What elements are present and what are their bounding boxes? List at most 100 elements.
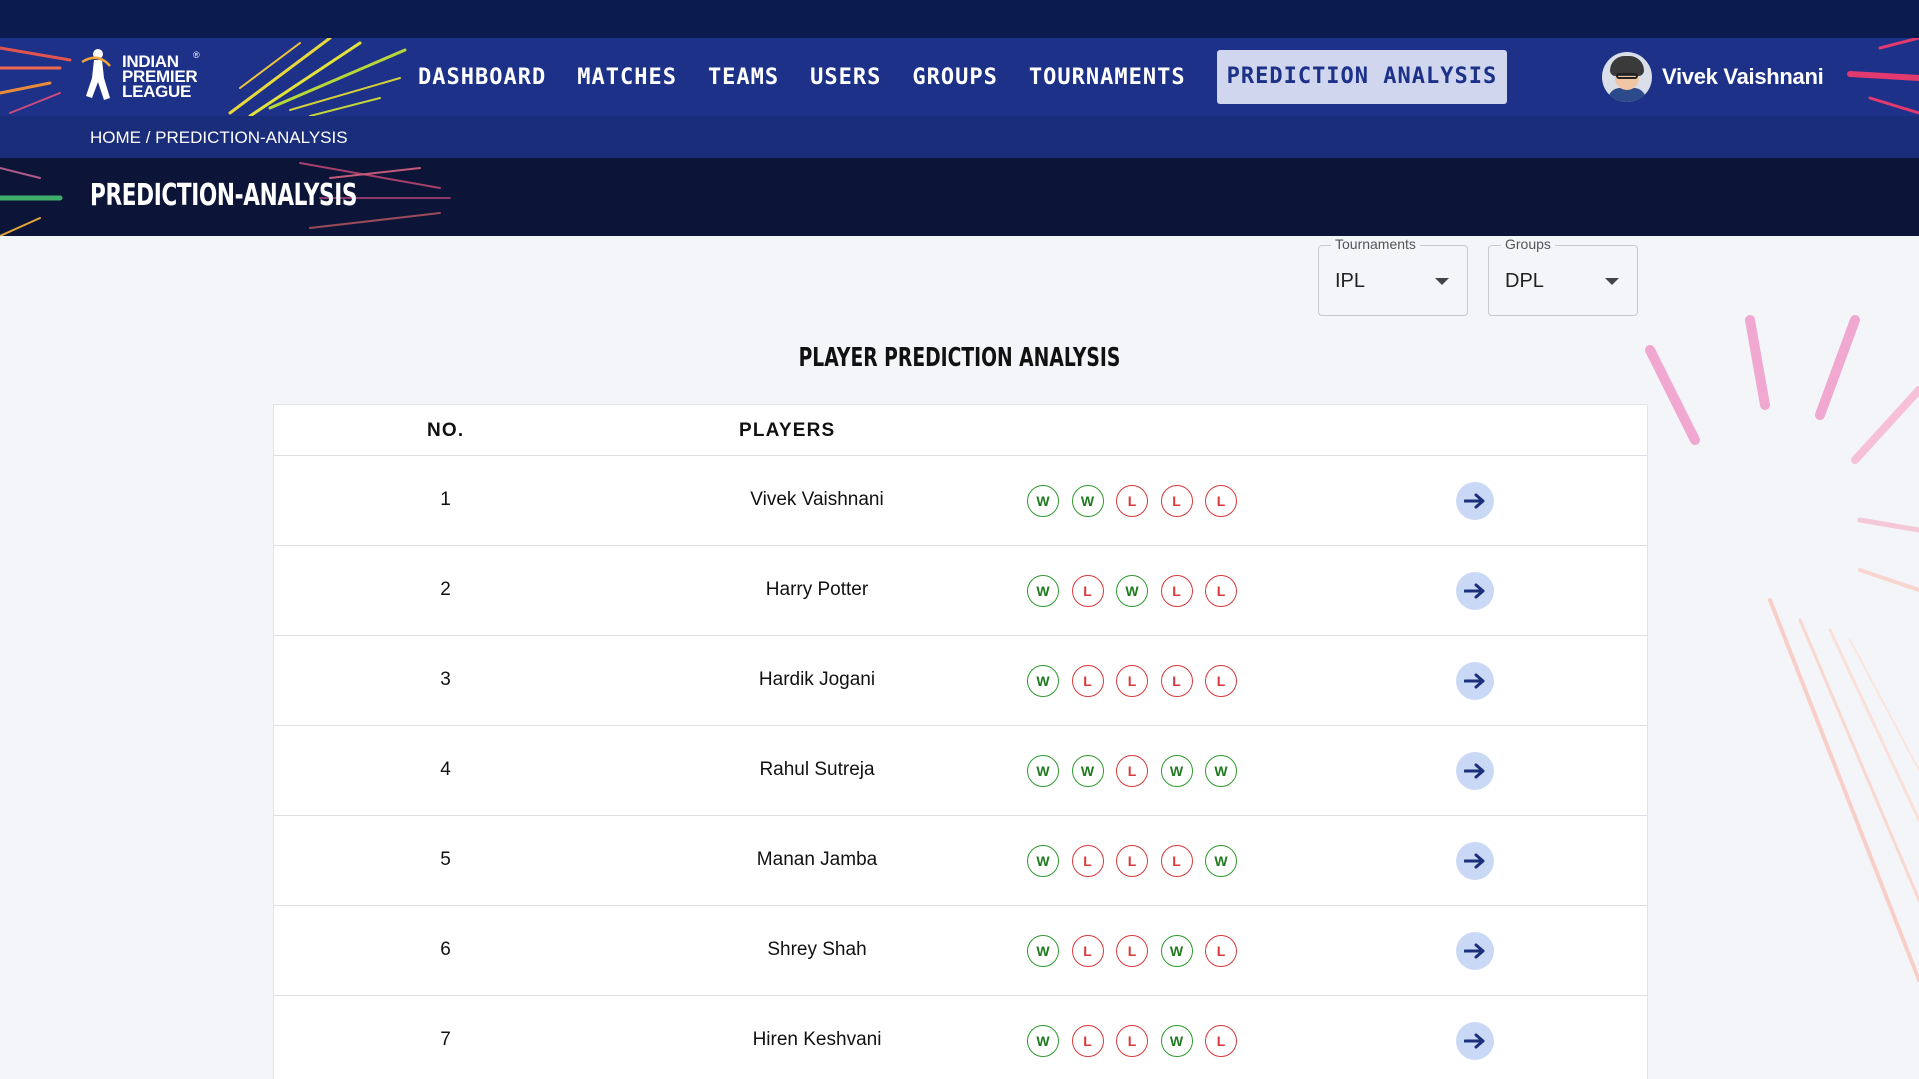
caret-down-icon[interactable] — [1435, 278, 1449, 285]
win-badge: W — [1027, 935, 1059, 967]
loss-badge: L — [1160, 575, 1193, 607]
loss-badge: L — [1160, 485, 1193, 517]
logo-registered-mark: ® — [193, 50, 200, 60]
player-name: Harry Potter — [765, 579, 869, 600]
loss-badge: L — [1116, 935, 1148, 967]
groups-select-label: Groups — [1501, 236, 1555, 252]
row-number: 3 — [440, 669, 451, 690]
main-navbar: INDIAN PREMIER LEAGUE ® DASHBOARD MATCHE… — [0, 38, 1919, 116]
win-badge: W — [1027, 1025, 1059, 1057]
avatar[interactable] — [1602, 52, 1652, 102]
win-badge: W — [1205, 755, 1237, 787]
loss-badge: L — [1205, 575, 1237, 607]
table-row: 2 Harry Potter W L W L L — [274, 546, 1647, 636]
loss-badge: L — [1116, 1025, 1148, 1057]
row-number: 2 — [440, 579, 451, 600]
loss-badge: L — [1116, 485, 1148, 517]
table-row: 4 Rahul Sutreja W W L W W — [274, 726, 1647, 816]
result-badges: WLLWL — [1027, 935, 1250, 967]
result-badges: WWLWW — [1027, 755, 1250, 787]
breadcrumb[interactable]: HOME / PREDICTION-ANALYSIS — [90, 128, 348, 148]
view-details-button[interactable] — [1456, 662, 1494, 700]
arrow-right-icon[interactable] — [1464, 583, 1486, 599]
user-menu[interactable]: Vivek Vaishnani — [1602, 52, 1824, 102]
row-number: 7 — [440, 1029, 451, 1050]
top-nav: DASHBOARD MATCHES TEAMS USERS GROUPS TOU… — [418, 50, 1538, 104]
row-number: 4 — [440, 759, 451, 780]
win-badge: W — [1160, 755, 1193, 787]
ipl-logo[interactable]: INDIAN PREMIER LEAGUE ® — [80, 46, 220, 108]
batsman-icon — [81, 49, 111, 100]
nav-teams[interactable]: TEAMS — [708, 65, 779, 90]
loss-badge: L — [1160, 665, 1193, 697]
player-name: Hiren Keshvani — [752, 1029, 882, 1050]
loss-badge: L — [1071, 1025, 1104, 1057]
top-strip — [0, 0, 1919, 38]
page-title-band: PREDICTION-ANALYSIS — [0, 158, 1919, 236]
header-no: NO. — [427, 420, 465, 441]
row-number: 6 — [440, 939, 451, 960]
nav-users[interactable]: USERS — [810, 65, 881, 90]
view-details-button[interactable] — [1456, 1022, 1494, 1060]
breadcrumb-bar: HOME / PREDICTION-ANALYSIS — [0, 116, 1919, 158]
section-title: PLAYER PREDICTION ANALYSIS — [0, 343, 1919, 373]
caret-down-icon[interactable] — [1605, 278, 1619, 285]
player-name: Vivek Vaishnani — [750, 489, 884, 510]
loss-badge: L — [1205, 1025, 1237, 1057]
loss-badge: L — [1071, 935, 1104, 967]
arrow-right-icon[interactable] — [1464, 1033, 1486, 1049]
arrow-right-icon[interactable] — [1464, 763, 1486, 779]
user-name[interactable]: Vivek Vaishnani — [1662, 64, 1824, 90]
arrow-right-icon[interactable] — [1464, 943, 1486, 959]
view-details-button[interactable] — [1456, 752, 1494, 790]
table-body: 1 Vivek Vaishnani W W L L L 2 Harry Potter W L W L L 3… — [274, 456, 1647, 1079]
result-badges: WLWLL — [1027, 575, 1250, 607]
win-badge: W — [1027, 845, 1059, 877]
loss-badge: L — [1071, 575, 1104, 607]
table-row: 5 Manan Jamba W L L L W — [274, 816, 1647, 906]
table-row: 7 Hiren Keshvani W L L W L — [274, 996, 1647, 1079]
logo-line-3: LEAGUE — [122, 82, 192, 101]
view-details-button[interactable] — [1456, 482, 1494, 520]
player-name: Hardik Jogani — [758, 669, 876, 690]
table-row: 1 Vivek Vaishnani W W L L L — [274, 456, 1647, 546]
loss-badge: L — [1160, 845, 1193, 877]
win-badge: W — [1116, 575, 1148, 607]
tournaments-select-value[interactable]: IPL — [1335, 270, 1365, 293]
nav-groups[interactable]: GROUPS — [912, 65, 997, 90]
arrow-right-icon[interactable] — [1464, 853, 1486, 869]
row-number: 1 — [440, 489, 451, 510]
view-details-button[interactable] — [1456, 572, 1494, 610]
result-badges: WLLLW — [1027, 845, 1250, 877]
page-title: PREDICTION-ANALYSIS — [90, 178, 358, 213]
win-badge: W — [1205, 845, 1237, 877]
arrow-right-icon[interactable] — [1464, 493, 1486, 509]
win-badge: W — [1160, 1025, 1193, 1057]
view-details-button[interactable] — [1456, 932, 1494, 970]
prediction-table: NO. PLAYERS 1 Vivek Vaishnani W W L L L 2 Harry … — [273, 404, 1648, 1079]
view-details-button[interactable] — [1456, 842, 1494, 880]
section-title-text: PLAYER PREDICTION ANALYSIS — [798, 343, 1121, 373]
groups-select[interactable]: Groups DPL — [1488, 236, 1638, 316]
groups-select-value[interactable]: DPL — [1505, 270, 1544, 293]
nav-dashboard[interactable]: DASHBOARD — [418, 65, 546, 90]
win-badge: W — [1027, 485, 1059, 517]
loss-badge: L — [1116, 665, 1148, 697]
row-number: 5 — [440, 849, 451, 870]
win-badge: W — [1160, 935, 1193, 967]
nav-tournaments[interactable]: TOURNAMENTS — [1029, 65, 1186, 90]
logo-wordmark: INDIAN PREMIER LEAGUE — [122, 53, 198, 101]
nav-prediction-analysis[interactable]: PREDICTION ANALYSIS — [1216, 50, 1508, 104]
result-badges: WLLWL — [1027, 1025, 1250, 1057]
loss-badge: L — [1071, 665, 1104, 697]
player-name: Manan Jamba — [756, 849, 878, 870]
win-badge: W — [1027, 575, 1059, 607]
arrow-right-icon[interactable] — [1464, 673, 1486, 689]
nav-matches[interactable]: MATCHES — [577, 65, 677, 90]
tournaments-select[interactable]: Tournaments IPL — [1318, 236, 1468, 316]
win-badge: W — [1027, 755, 1059, 787]
result-badges: WWLLL — [1027, 485, 1250, 517]
header-players: PLAYERS — [739, 420, 836, 441]
table-row: 6 Shrey Shah W L L W L — [274, 906, 1647, 996]
win-badge: W — [1071, 755, 1104, 787]
